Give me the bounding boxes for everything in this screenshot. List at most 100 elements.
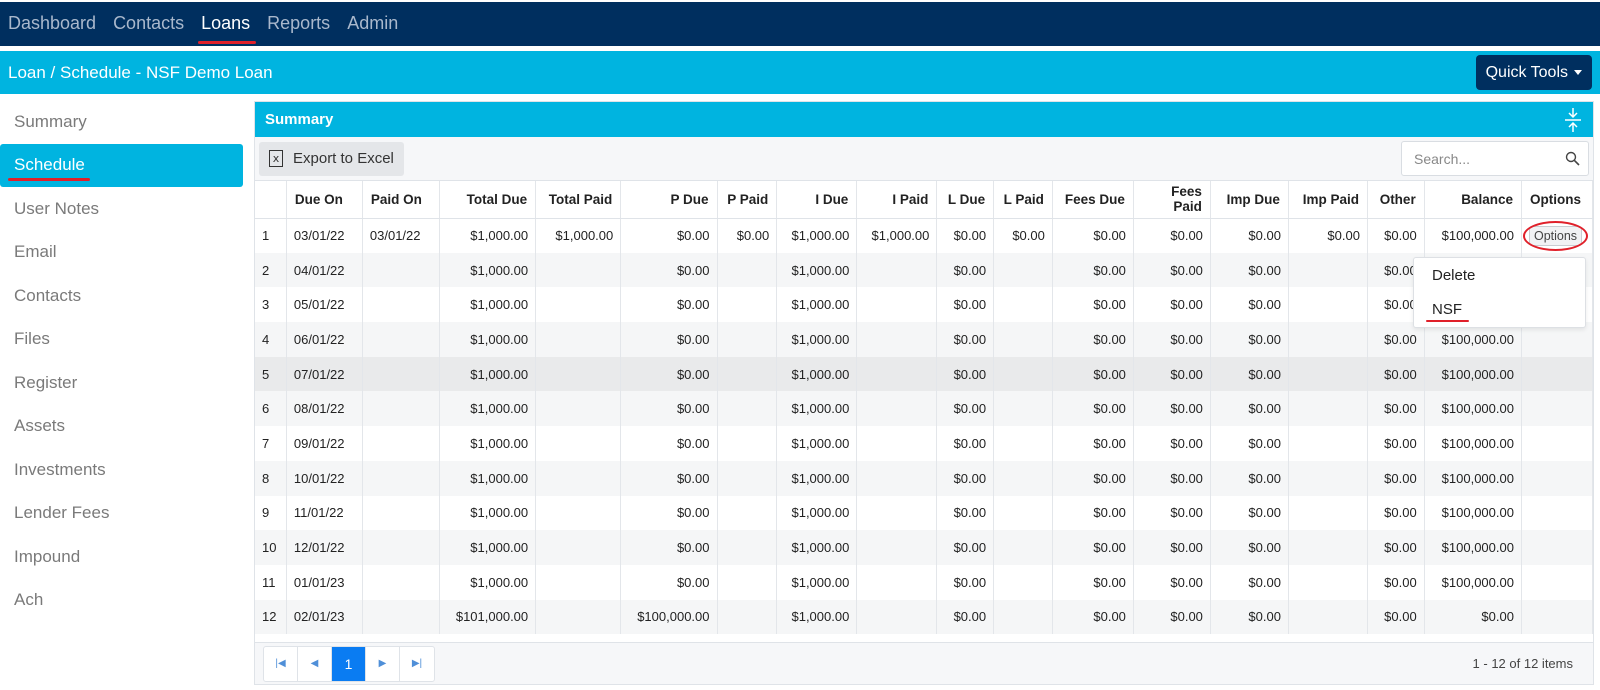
sidebar-item-contacts[interactable]: Contacts [0, 274, 243, 318]
table-cell [1288, 460, 1368, 496]
table-cell: $0.00 [1133, 252, 1211, 288]
sidebar-item-lender-fees[interactable]: Lender Fees [0, 492, 243, 536]
table-cell: $100,000.00 [1424, 460, 1522, 496]
table-cell [993, 252, 1053, 288]
col-header-balance[interactable]: Balance [1424, 181, 1522, 219]
page-button-current[interactable]: 1 [332, 646, 366, 681]
col-header-total-paid[interactable]: Total Paid [535, 181, 622, 219]
table-row[interactable]: 2 04/01/22 $1,000.00 $0.00 $1,000.00 $0.00 $0.… [255, 252, 1594, 288]
sidebar-item-user-notes[interactable]: User Notes [0, 187, 243, 231]
table-cell: $0.00 [1133, 426, 1211, 461]
table-cell [1288, 252, 1368, 288]
table-cell: $0.00 [620, 322, 718, 357]
sidebar-item-email[interactable]: Email [0, 231, 243, 275]
sidebar: Summary Schedule User Notes Email Contac… [0, 100, 243, 622]
table-cell: $1,000.00 [776, 564, 858, 600]
table-cell: $0.00 [936, 322, 995, 357]
search-input[interactable]: Search... [1401, 141, 1589, 176]
table-row[interactable]: 11 01/01/23 $1,000.00 $0.00 $1,000.00 $0.00 $0… [255, 564, 1594, 600]
col-header-l-due[interactable]: L Due [936, 181, 995, 219]
sidebar-item-assets[interactable]: Assets [0, 405, 243, 449]
col-header-total-due[interactable]: Total Due [439, 181, 537, 219]
table-cell: $100,000.00 [1424, 426, 1522, 461]
sidebar-item-files[interactable]: Files [0, 318, 243, 362]
quick-tools-button[interactable]: Quick Tools [1475, 55, 1592, 90]
nav-admin[interactable]: Admin [347, 13, 398, 36]
options-button[interactable]: Options [1522, 220, 1589, 251]
table-cell: 3 [255, 287, 287, 323]
table-cell: $0.00 [936, 426, 995, 461]
col-header-other[interactable]: Other [1367, 181, 1425, 219]
sidebar-item-register[interactable]: Register [0, 361, 243, 405]
table-cell [362, 495, 440, 531]
table-cell [717, 252, 778, 288]
table-cell: $0.00 [1052, 322, 1134, 357]
col-header-paid-on[interactable]: Paid On [362, 181, 440, 219]
table-cell [993, 564, 1053, 600]
last-page-icon[interactable]: ▶| [400, 647, 434, 681]
prev-page-icon[interactable]: ◀ [298, 646, 332, 681]
table-cell: $0.00 [1210, 495, 1289, 531]
table-cell [1288, 426, 1368, 461]
collapse-icon[interactable] [1563, 107, 1583, 133]
table-cell: $0.00 [620, 530, 718, 565]
table-cell: $0.00 [1133, 322, 1211, 357]
menu-item-nsf[interactable]: NSF [1414, 292, 1585, 326]
table-row[interactable]: 4 06/01/22 $1,000.00 $0.00 $1,000.00 $0.00 $0.… [255, 322, 1594, 357]
col-header-fees-due[interactable]: Fees Due [1052, 181, 1134, 219]
table-cell: $0.00 [1133, 530, 1211, 565]
table-cell: $0.00 [1052, 252, 1134, 288]
table-cell: $0.00 [1367, 426, 1425, 461]
options-dropdown: Delete NSF [1413, 257, 1586, 328]
table-cell: $100,000.00 [1424, 564, 1522, 600]
col-header-i-paid[interactable]: I Paid [856, 181, 938, 219]
col-header-due-on[interactable]: Due On [286, 181, 363, 219]
table-cell: $0.00 [1210, 287, 1289, 323]
table-row[interactable]: 1 03/01/22 03/01/22 $1,000.00 $1,000.00 $0.00… [255, 218, 1594, 253]
sidebar-item-schedule[interactable]: Schedule [0, 143, 243, 187]
nav-loans[interactable]: Loans [198, 13, 257, 44]
sidebar-item-impound[interactable]: Impound [0, 535, 243, 579]
nav-contacts[interactable]: Contacts [113, 13, 184, 36]
first-page-icon[interactable]: |◀ [264, 646, 298, 681]
col-header-l-paid[interactable]: L Paid [993, 181, 1053, 219]
table-cell: 03/01/22 [286, 218, 363, 253]
table-cell [362, 287, 440, 323]
table-cell [1288, 564, 1368, 600]
table-row[interactable]: 3 05/01/22 $1,000.00 $0.00 $1,000.00 $0.00 $0.… [255, 287, 1594, 323]
col-header-imp-paid[interactable]: Imp Paid [1288, 181, 1368, 219]
table-cell: $0.00 [1133, 391, 1211, 427]
table-cell [1521, 495, 1594, 531]
col-header-imp-due[interactable]: Imp Due [1210, 181, 1289, 219]
table-row[interactable]: 8 10/01/22 $1,000.00 $0.00 $1,000.00 $0.00 $0.… [255, 460, 1594, 496]
col-header-fees-paid[interactable]: Fees Paid [1133, 181, 1211, 219]
table-cell: $0.00 [936, 218, 995, 253]
table-cell: $0.00 [1210, 426, 1289, 461]
table-cell [362, 356, 440, 392]
table-row[interactable]: 6 08/01/22 $1,000.00 $0.00 $1,000.00 $0.00 $0.… [255, 391, 1594, 427]
col-header-p-paid[interactable]: P Paid [717, 181, 778, 219]
table-row[interactable]: 9 11/01/22 $1,000.00 $0.00 $1,000.00 $0.00 $0.… [255, 495, 1594, 531]
excel-file-icon: x [269, 150, 283, 167]
table-cell: $0.00 [1210, 391, 1289, 427]
table-row[interactable]: 7 09/01/22 $1,000.00 $0.00 $1,000.00 $0.00 $0.… [255, 426, 1594, 461]
table-cell: $0.00 [1052, 495, 1134, 531]
table-cell [993, 426, 1053, 461]
table-cell [535, 356, 622, 392]
sidebar-item-ach[interactable]: Ach [0, 579, 243, 623]
next-page-icon[interactable]: ▶ [366, 646, 400, 681]
table-row[interactable]: 12 02/01/23 $101,000.00 $100,000.00 $1,000.0… [255, 599, 1594, 635]
sidebar-item-investments[interactable]: Investments [0, 448, 243, 492]
export-to-excel-button[interactable]: x Export to Excel [259, 141, 404, 176]
sidebar-item-summary[interactable]: Summary [0, 100, 243, 144]
table-row[interactable]: 10 12/01/22 $1,000.00 $0.00 $1,000.00 $0.00 $0… [255, 530, 1594, 565]
col-header-p-due[interactable]: P Due [620, 181, 718, 219]
table-cell: $0.00 [1210, 252, 1289, 288]
quick-tools-label: Quick Tools [1485, 63, 1568, 81]
menu-item-delete[interactable]: Delete [1414, 258, 1585, 292]
table-row[interactable]: 5 07/01/22 $1,000.00 $0.00 $1,000.00 $0.00 $0.… [255, 356, 1594, 392]
table-cell: $0.00 [620, 495, 718, 531]
nav-reports[interactable]: Reports [267, 13, 330, 36]
nav-dashboard[interactable]: Dashboard [8, 13, 96, 36]
col-header-i-due[interactable]: I Due [776, 181, 858, 219]
